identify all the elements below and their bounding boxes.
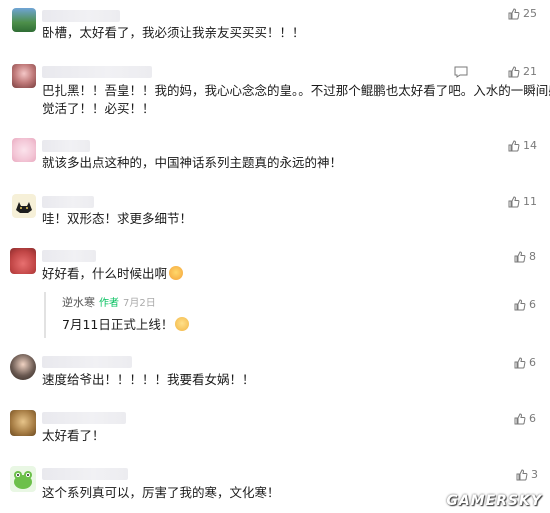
- comment-text: 就该多出点这种的，中国神话系列主题真的永远的神！: [42, 155, 343, 170]
- like-button[interactable]: 21: [508, 65, 537, 78]
- username[interactable]: [42, 140, 90, 152]
- comment-text: 太好看了！: [42, 428, 105, 443]
- reply-header: 逆水寒 作者 7月2日: [62, 294, 156, 313]
- like-count: 8: [529, 250, 536, 263]
- comment-text: 好好看，什么时候出啊: [42, 265, 184, 283]
- like-count: 11: [523, 195, 537, 208]
- comment-feed: 卧槽，太好看了，我必须让我亲友买买买！！！ 25 21 巴扎黑！！吾皇！！我的妈…: [0, 0, 550, 513]
- reply-username[interactable]: 逆水寒: [62, 296, 95, 309]
- avatar[interactable]: [10, 410, 36, 436]
- username[interactable]: [42, 66, 152, 78]
- message-icon[interactable]: [454, 66, 468, 78]
- avatar[interactable]: [10, 354, 36, 380]
- like-count: 14: [523, 139, 537, 152]
- username[interactable]: [42, 468, 128, 480]
- avatar[interactable]: [12, 8, 36, 32]
- like-button[interactable]: 6: [514, 298, 536, 311]
- like-count: 3: [531, 468, 538, 481]
- like-count: 25: [523, 7, 537, 20]
- watermark-logo: GAMERSKY: [446, 493, 542, 509]
- like-count: 6: [529, 298, 536, 311]
- thumb-up-icon: [514, 412, 526, 424]
- avatar[interactable]: [12, 64, 36, 88]
- cat-icon: [16, 202, 32, 213]
- comment-text: 巴扎黑！！吾皇！！我的妈，我心心念念的皇。。不过那个鲲鹏也太好看了吧。入水的一瞬…: [42, 83, 550, 98]
- username[interactable]: [42, 250, 96, 262]
- like-count: 6: [529, 412, 536, 425]
- like-button[interactable]: 14: [508, 139, 537, 152]
- username[interactable]: [42, 10, 120, 22]
- thumb-up-icon: [508, 139, 520, 151]
- comment-text: 这个系列真可以，厉害了我的寒，文化寒！: [42, 485, 280, 500]
- like-count: 21: [523, 65, 537, 78]
- thumb-up-icon: [508, 7, 520, 19]
- author-badge: 作者: [99, 298, 119, 309]
- username[interactable]: [42, 412, 126, 424]
- username[interactable]: [42, 356, 132, 368]
- avatar[interactable]: [10, 466, 36, 492]
- thumb-up-icon: [516, 468, 528, 480]
- username[interactable]: [42, 196, 94, 208]
- smile-emoji-icon: [175, 317, 190, 331]
- avatar[interactable]: [10, 248, 36, 274]
- like-button[interactable]: 6: [514, 412, 536, 425]
- frog-icon: [14, 471, 32, 489]
- thumb-up-icon: [508, 195, 520, 207]
- thumb-up-icon: [508, 65, 520, 77]
- like-button[interactable]: 25: [508, 7, 537, 20]
- thumb-up-icon: [514, 356, 526, 368]
- reply-text-body: 7月11日正式上线！: [62, 317, 174, 332]
- thumb-up-icon: [514, 298, 526, 310]
- thumb-up-icon: [514, 250, 526, 262]
- like-button[interactable]: 8: [514, 250, 536, 263]
- comment-text: 卧槽，太好看了，我必须让我亲友买买买！！！: [42, 25, 305, 40]
- comment-text: 速度给爷出！！！！！我要看女娲！！: [42, 372, 255, 387]
- comment-text: 哇！双形态！求更多细节！: [42, 211, 193, 226]
- comment-text: 觉活了！！必买！！: [42, 101, 155, 116]
- avatar[interactable]: [12, 138, 36, 162]
- like-button[interactable]: 6: [514, 356, 536, 369]
- blush-emoji-icon: [169, 266, 184, 280]
- like-button[interactable]: 3: [516, 468, 538, 481]
- comment-text-body: 好好看，什么时候出啊: [42, 266, 168, 281]
- reply-divider: [44, 292, 46, 338]
- like-count: 6: [529, 356, 536, 369]
- like-button[interactable]: 11: [508, 195, 537, 208]
- reply-text: 7月11日正式上线！: [62, 316, 190, 334]
- avatar[interactable]: [12, 194, 36, 218]
- reply-date: 7月2日: [123, 298, 156, 309]
